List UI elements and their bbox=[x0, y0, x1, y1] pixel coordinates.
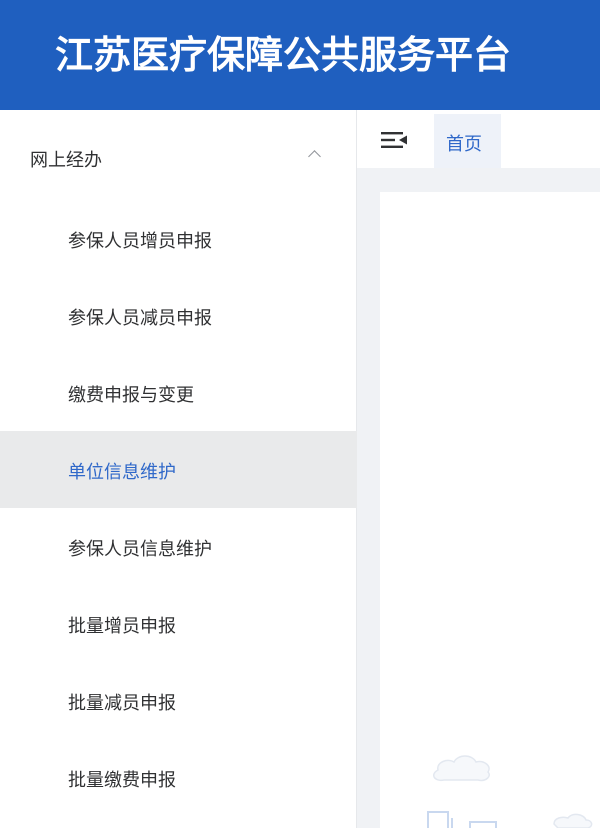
sidebar-item-batch-reduce[interactable]: 批量减员申报 bbox=[0, 662, 357, 739]
sidebar-item-label: 批量减员申报 bbox=[68, 693, 176, 714]
sidebar-item-label: 批量增员申报 bbox=[68, 616, 176, 637]
sidebar-item-batch-payment[interactable]: 批量缴费申报 bbox=[0, 739, 357, 816]
tab-home[interactable]: 首页 bbox=[434, 114, 501, 168]
sidebar-item-label: 单位信息维护 bbox=[68, 462, 176, 483]
menu-group-label: 网上经办 bbox=[30, 150, 102, 171]
tab-home-label: 首页 bbox=[446, 134, 482, 155]
cloud-illustration bbox=[427, 755, 593, 828]
sidebar-item-label: 参保人员增员申报 bbox=[68, 231, 212, 252]
sidebar-item-insured-add[interactable]: 参保人员增员申报 bbox=[0, 200, 357, 277]
sidebar-item-label: 参保人员减员申报 bbox=[68, 308, 212, 329]
sidebar-item-label: 批量缴费申报 bbox=[68, 770, 176, 791]
chevron-up-icon[interactable] bbox=[308, 150, 321, 163]
sidebar-item-label: 缴费申报与变更 bbox=[68, 385, 194, 406]
menu-group-online-handling[interactable]: 网上经办 bbox=[0, 110, 357, 200]
menu-collapse-icon[interactable] bbox=[381, 132, 407, 148]
sidebar-item-insured-info[interactable]: 参保人员信息维护 bbox=[0, 508, 357, 585]
sidebar: 网上经办 参保人员增员申报 参保人员减员申报 缴费申报与变更 单位信息维护 参保… bbox=[0, 110, 357, 828]
tab-bar: 首页 bbox=[357, 110, 600, 168]
main-content: 首页 bbox=[357, 110, 600, 828]
sidebar-item-label: 参保人员信息维护 bbox=[68, 539, 212, 560]
content-panel bbox=[380, 192, 600, 828]
sidebar-item-batch-add[interactable]: 批量增员申报 bbox=[0, 585, 357, 662]
sidebar-item-payment-declare[interactable]: 缴费申报与变更 bbox=[0, 354, 357, 431]
sidebar-item-insured-reduce[interactable]: 参保人员减员申报 bbox=[0, 277, 357, 354]
sidebar-item-unit-info[interactable]: 单位信息维护 bbox=[0, 431, 357, 508]
app-header: 江苏医疗保障公共服务平台 bbox=[0, 0, 600, 110]
app-title: 江苏医疗保障公共服务平台 bbox=[55, 33, 512, 77]
